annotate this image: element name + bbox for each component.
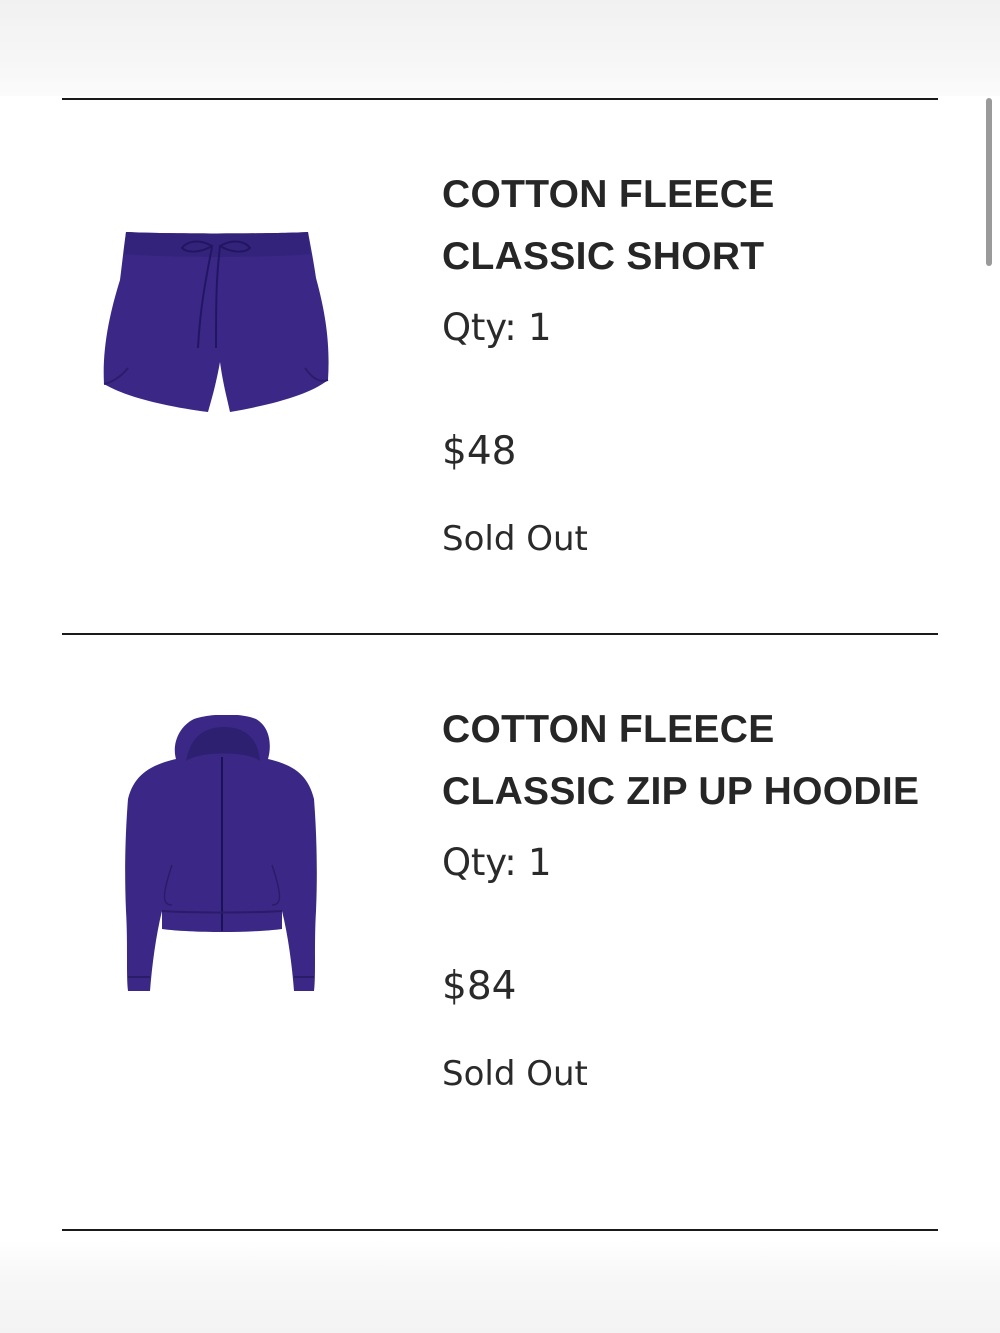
price: $84 xyxy=(442,964,517,1009)
cart-item[interactable]: COTTON FLEECE CLASSIC ZIP UP HOODIE Qty:… xyxy=(62,635,938,1231)
zip-hoodie-product-image[interactable] xyxy=(102,714,342,997)
shorts-product-image[interactable] xyxy=(102,228,342,418)
cart-item[interactable]: COTTON FLEECE CLASSIC SHORT Qty: 1 $48 S… xyxy=(62,100,938,634)
stock-status: Sold Out xyxy=(442,519,588,559)
scrollbar[interactable] xyxy=(986,98,992,266)
shorts-icon xyxy=(103,232,329,412)
quantity-label: Qty: 1 xyxy=(442,841,552,884)
bottom-fade xyxy=(0,1240,1000,1333)
cart-item-details: COTTON FLEECE CLASSIC ZIP UP HOODIE Qty:… xyxy=(442,699,922,1094)
product-name[interactable]: COTTON FLEECE CLASSIC ZIP UP HOODIE xyxy=(442,699,922,823)
top-fade xyxy=(0,0,1000,96)
cart-page: COTTON FLEECE CLASSIC SHORT Qty: 1 $48 S… xyxy=(0,0,1000,1333)
divider xyxy=(62,1229,938,1231)
stock-status: Sold Out xyxy=(442,1054,588,1094)
cart-item-details: COTTON FLEECE CLASSIC SHORT Qty: 1 $48 S… xyxy=(442,164,922,559)
quantity-label: Qty: 1 xyxy=(442,306,552,349)
price: $48 xyxy=(442,429,517,474)
hoodie-icon xyxy=(125,714,317,991)
product-name[interactable]: COTTON FLEECE CLASSIC SHORT xyxy=(442,164,922,288)
